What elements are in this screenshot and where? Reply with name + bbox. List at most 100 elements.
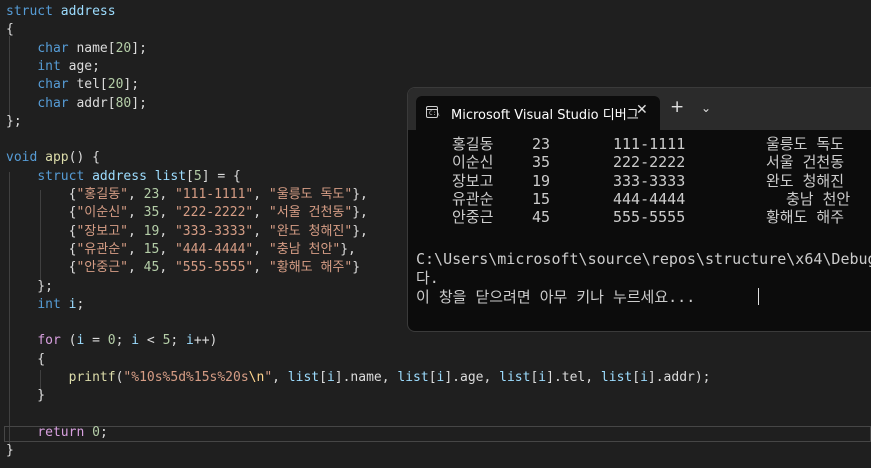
code-token: int bbox=[37, 58, 61, 74]
code-token: , bbox=[159, 205, 175, 221]
console-cell-addr: 완도 청해진 bbox=[766, 171, 845, 190]
console-cell-name: 장보고 bbox=[452, 171, 494, 190]
code-token: struct bbox=[6, 4, 53, 19]
code-token: ; bbox=[115, 333, 132, 349]
console-cell-age: 35 bbox=[532, 153, 551, 172]
new-tab-button[interactable]: + bbox=[670, 99, 684, 116]
code-token: , bbox=[253, 241, 269, 257]
code-line: }; bbox=[6, 278, 53, 296]
code-token: [ bbox=[186, 168, 194, 184]
code-line: } bbox=[6, 442, 14, 460]
code-token: "555-5555" bbox=[174, 260, 254, 276]
code-token: address bbox=[60, 4, 116, 19]
code-token: , bbox=[253, 260, 269, 276]
code-token: "111-1111" bbox=[174, 187, 254, 202]
console-tab[interactable]: C:\ Microsoft Visual Studio 디버그 ✕ bbox=[416, 96, 660, 130]
code-token: " bbox=[264, 370, 273, 385]
code-line: } bbox=[6, 387, 45, 405]
code-token: 80 bbox=[115, 95, 132, 111]
code-line: void app() { bbox=[6, 149, 100, 167]
code-line: char tel[20]; bbox=[6, 76, 139, 94]
code-token: , bbox=[128, 241, 144, 257]
code-token: i bbox=[186, 333, 194, 349]
code-token: "충남 천안" bbox=[268, 241, 341, 257]
code-token: i bbox=[538, 370, 547, 385]
code-token: { bbox=[6, 223, 77, 239]
chevron-down-icon[interactable]: ⌄ bbox=[701, 101, 711, 115]
code-token: }, bbox=[352, 205, 368, 221]
code-token: [ bbox=[428, 370, 437, 385]
code-token: { bbox=[6, 205, 77, 221]
code-token: () { bbox=[68, 150, 100, 166]
code-line: char addr[80]; bbox=[6, 95, 147, 113]
console-cell-addr: 서울 건천동 bbox=[766, 153, 845, 172]
code-token: , bbox=[128, 205, 144, 221]
code-token: address bbox=[92, 168, 147, 184]
code-line: {"유관순", 15, "444-4444", "충남 천안"}, bbox=[6, 241, 356, 259]
code-token: , bbox=[128, 187, 144, 202]
code-token: }, bbox=[352, 187, 368, 202]
code-token: , bbox=[128, 260, 144, 276]
code-token: "완도 청해진" bbox=[268, 223, 353, 239]
code-token: "서울 건천동" bbox=[268, 205, 353, 221]
code-token: \n bbox=[248, 370, 265, 385]
code-token: }, bbox=[352, 223, 368, 239]
code-line: {"홍길동", 23, "111-1111", "울릉도 독도"}, bbox=[6, 186, 368, 204]
code-token: app bbox=[45, 150, 69, 166]
code-token: , bbox=[128, 223, 144, 239]
code-token: list bbox=[600, 370, 633, 385]
code-token: }, bbox=[340, 241, 356, 257]
code-line: return 0; bbox=[6, 424, 107, 442]
console-tab-bar: C:\ Microsoft Visual Studio 디버그 ✕ + ⌄ bbox=[408, 88, 871, 130]
code-token: ++) bbox=[193, 333, 218, 349]
code-token: 0 bbox=[107, 333, 116, 349]
code-token: age; bbox=[60, 58, 100, 74]
code-token: "444-4444" bbox=[174, 241, 254, 257]
code-token: "333-3333" bbox=[174, 223, 254, 239]
code-token: , bbox=[253, 187, 269, 202]
code-token: list bbox=[154, 168, 187, 184]
code-token: struct bbox=[37, 168, 85, 184]
code-token: , bbox=[272, 370, 288, 385]
code-token: 45 bbox=[143, 260, 160, 276]
code-token: 23 bbox=[143, 187, 160, 202]
current-line-highlight bbox=[4, 426, 871, 442]
code-token: [ bbox=[319, 370, 327, 385]
code-token: 5 bbox=[193, 168, 202, 184]
code-token: "황해도 해주" bbox=[268, 260, 353, 276]
code-token: for bbox=[37, 333, 61, 349]
code-token: }; bbox=[6, 113, 22, 129]
code-token: printf bbox=[68, 370, 116, 385]
code-token: = bbox=[84, 333, 108, 349]
code-token: i bbox=[640, 370, 648, 385]
code-token: char bbox=[37, 77, 69, 93]
code-token: i bbox=[326, 370, 335, 385]
code-token: ].name, bbox=[334, 370, 398, 385]
code-token: ; bbox=[76, 296, 85, 312]
code-line: { bbox=[6, 21, 14, 39]
console-wrap-line: 다. bbox=[416, 269, 439, 287]
code-token: , bbox=[253, 205, 269, 221]
debug-console-window[interactable]: C:\ Microsoft Visual Studio 디버그 ✕ + ⌄ 홍길… bbox=[407, 87, 871, 332]
code-token: char bbox=[37, 95, 69, 111]
console-tab-title: Microsoft Visual Studio 디버그 bbox=[451, 108, 639, 123]
code-line: printf("%10s%5d%15s%20s\n", list[i].name… bbox=[6, 369, 711, 387]
code-token: ]; bbox=[131, 40, 147, 56]
console-cell-age: 19 bbox=[532, 171, 551, 190]
console-cell-tel: 333-3333 bbox=[613, 171, 686, 190]
close-icon[interactable]: ✕ bbox=[636, 102, 648, 118]
code-token: addr[ bbox=[68, 95, 116, 111]
code-token: char bbox=[37, 40, 69, 56]
code-line: int i; bbox=[6, 296, 84, 314]
console-cell-addr: 충남 천안 bbox=[786, 189, 851, 208]
code-token: } bbox=[6, 443, 14, 459]
code-token: int bbox=[37, 296, 61, 312]
code-token: list bbox=[397, 370, 429, 385]
code-line: {"이순신", 35, "222-2222", "서울 건천동"}, bbox=[6, 204, 368, 222]
code-token: } bbox=[352, 260, 361, 276]
